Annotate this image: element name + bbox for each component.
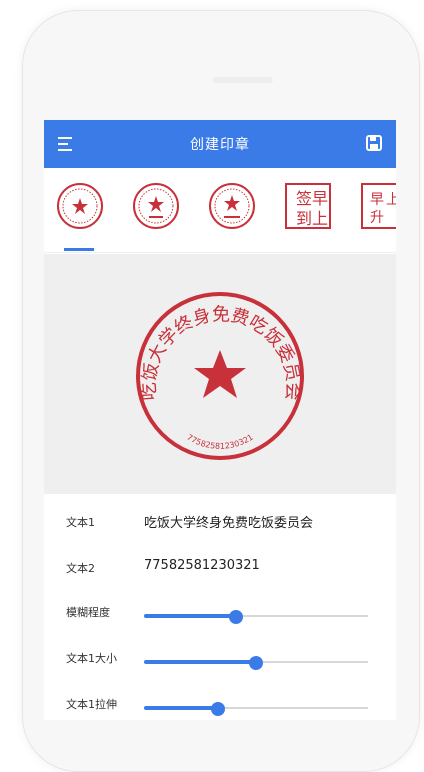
blur-row: 模糊程度 <box>66 598 376 628</box>
seal-template-round-3[interactable] <box>206 180 258 232</box>
svg-text:早: 早 <box>370 192 384 208</box>
seal-settings-form: 文本1 吃饭大学终身免费吃饭委员会 文本2 77582581230321 模糊程… <box>44 494 396 720</box>
svg-text:到: 到 <box>296 209 312 228</box>
app-bar: 创建印章 <box>44 120 396 168</box>
blur-slider-handle[interactable] <box>228 610 243 624</box>
app-screen: 创建印章 签 早 到 上 早 升 上 吃饭大学终身免费吃饭委员会 7758258… <box>44 120 396 720</box>
text1-size-slider[interactable] <box>144 656 368 670</box>
seal-template-round-2[interactable] <box>130 180 182 232</box>
selected-template-indicator <box>64 248 94 251</box>
blur-slider[interactable] <box>144 610 368 624</box>
seal-preview: 吃饭大学终身免费吃饭委员会 77582581230321 <box>136 292 304 460</box>
seal-preview-area: 吃饭大学终身免费吃饭委员会 77582581230321 <box>44 254 396 494</box>
seal-template-strip: 签 早 到 上 早 升 上 <box>44 168 396 253</box>
text1-size-row: 文本1大小 <box>66 644 376 674</box>
svg-text:上: 上 <box>386 192 396 208</box>
seal-template-square-1[interactable]: 签 早 到 上 <box>282 180 334 232</box>
svg-text:上: 上 <box>312 209 328 228</box>
blur-label: 模糊程度 <box>66 606 110 619</box>
text2-row: 文本2 77582581230321 <box>66 554 376 584</box>
seal-template-round-1[interactable] <box>54 180 106 232</box>
text2-label: 文本2 <box>66 562 95 575</box>
svg-text:签: 签 <box>296 189 312 208</box>
text1-size-slider-handle[interactable] <box>249 656 263 670</box>
text2-input[interactable]: 77582581230321 <box>144 558 260 573</box>
text1-stretch-slider-handle[interactable] <box>210 702 225 716</box>
page-title: 创建印章 <box>190 137 250 153</box>
seal-template-square-2[interactable]: 早 升 上 <box>356 180 396 232</box>
phone-speaker <box>213 77 273 83</box>
svg-text:早: 早 <box>312 189 328 208</box>
seal-number: 77582581230321 <box>185 433 255 451</box>
text1-size-label: 文本1大小 <box>66 652 117 665</box>
text1-row: 文本1 吃饭大学终身免费吃饭委员会 <box>66 508 376 538</box>
text1-stretch-row: 文本1拉伸 <box>66 690 376 720</box>
svg-text:升: 升 <box>370 210 384 226</box>
text1-stretch-label: 文本1拉伸 <box>66 698 117 711</box>
text1-input[interactable]: 吃饭大学终身免费吃饭委员会 <box>144 512 313 531</box>
text1-stretch-slider[interactable] <box>144 702 368 716</box>
save-icon[interactable] <box>366 135 382 151</box>
text1-label: 文本1 <box>66 516 95 529</box>
svg-text:77582581230321: 77582581230321 <box>185 433 255 451</box>
